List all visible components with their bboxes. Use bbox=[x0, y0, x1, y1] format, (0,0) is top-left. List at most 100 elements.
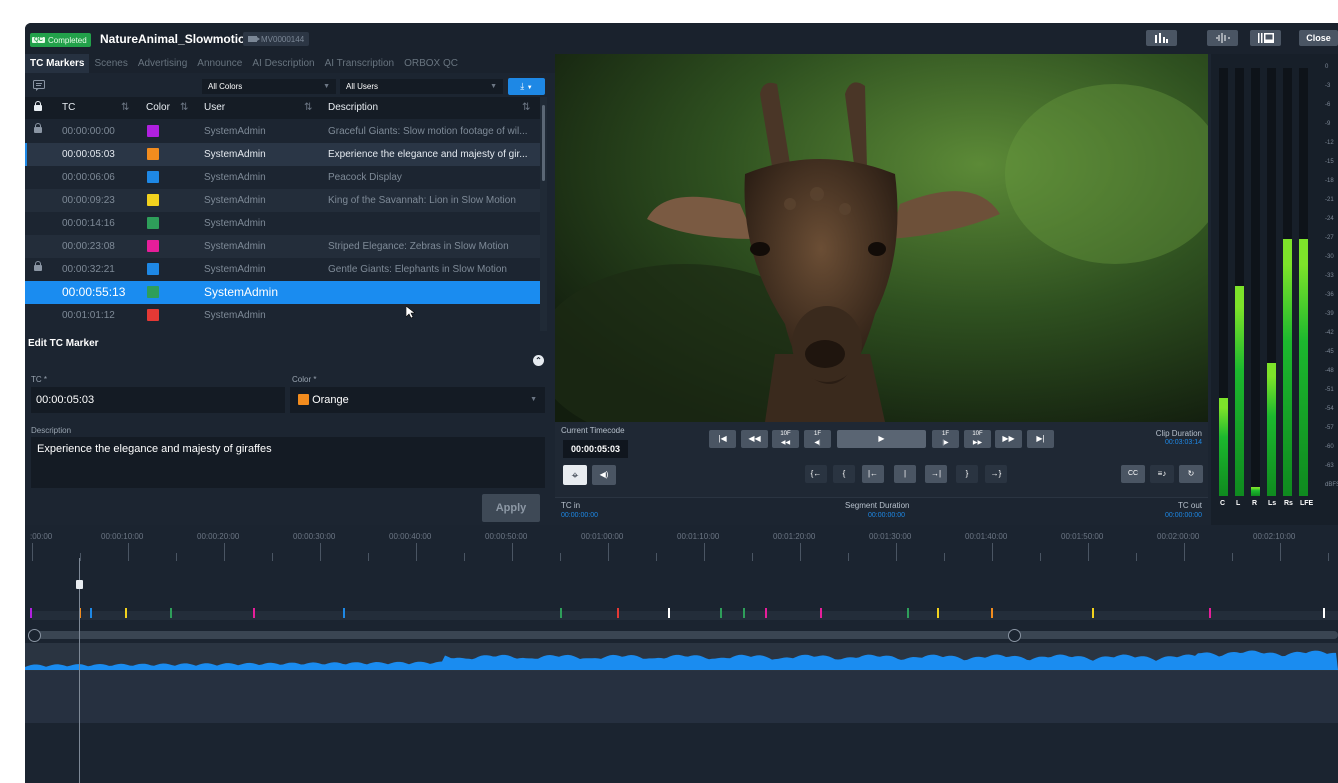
go-to-end-button[interactable]: ▶| bbox=[1027, 430, 1054, 448]
timeline-marker[interactable] bbox=[765, 608, 767, 618]
close-button[interactable]: Close bbox=[1299, 30, 1338, 46]
go-in-icon: {← bbox=[810, 469, 822, 478]
timeline-marker[interactable] bbox=[937, 608, 939, 618]
table-row[interactable]: 00:00:23:08 SystemAdmin Striped Elegance… bbox=[25, 235, 540, 258]
go-to-mark-in-button[interactable]: {← bbox=[805, 465, 827, 483]
mark-in-button[interactable]: { bbox=[833, 465, 855, 483]
tab-scenes[interactable]: Scenes bbox=[89, 54, 132, 73]
forward-10f-icon: 10F ▶▶ bbox=[972, 431, 983, 446]
color-column-header[interactable]: Color bbox=[146, 97, 170, 119]
tab-orbox-qc[interactable]: ORBOX QC bbox=[399, 54, 463, 73]
back-10-frames-button[interactable]: 10F ◀◀ bbox=[772, 430, 799, 448]
captions-button[interactable]: CC bbox=[1121, 465, 1145, 483]
empty-track-lane[interactable] bbox=[25, 671, 1338, 723]
layout-video-button[interactable] bbox=[1250, 30, 1281, 46]
video-frame-giraffe bbox=[555, 54, 1208, 422]
lock-icon[interactable] bbox=[34, 261, 42, 271]
audio-waveform-lane[interactable] bbox=[25, 643, 1338, 671]
table-row[interactable]: 00:00:09:23 SystemAdmin King of the Sava… bbox=[25, 189, 540, 212]
set-in-button[interactable]: |← bbox=[862, 465, 884, 483]
timeline-marker[interactable] bbox=[991, 608, 993, 618]
meter-ls bbox=[1267, 68, 1276, 496]
fast-forward-button[interactable]: ▶▶ bbox=[995, 430, 1022, 448]
apply-button[interactable]: Apply bbox=[482, 494, 540, 522]
playhead-line[interactable] bbox=[79, 558, 80, 783]
table-row[interactable]: 00:01:01:12 SystemAdmin bbox=[25, 304, 540, 328]
tc-column-header[interactable]: TC bbox=[62, 97, 75, 119]
sort-icon[interactable]: ⇅ bbox=[121, 97, 129, 119]
color-filter-select[interactable]: All Colors ▼ bbox=[202, 79, 336, 94]
timeline-marker[interactable] bbox=[343, 608, 345, 618]
volume-button[interactable]: ◀) bbox=[592, 465, 616, 485]
timeline-marker[interactable] bbox=[170, 608, 172, 618]
table-scrollbar-thumb[interactable] bbox=[542, 105, 545, 181]
go-to-start-button[interactable]: |◀ bbox=[709, 430, 736, 448]
user-column-header[interactable]: User bbox=[204, 97, 225, 119]
tc-input[interactable]: 00:00:05:03 bbox=[31, 387, 285, 413]
timeline-marker[interactable] bbox=[1092, 608, 1094, 618]
marker-button[interactable]: | bbox=[894, 465, 916, 483]
table-row-highlighted[interactable]: 00:00:55:13 SystemAdmin bbox=[25, 281, 540, 304]
sort-icon[interactable]: ⇅ bbox=[180, 97, 188, 119]
description-textarea[interactable]: Experience the elegance and majesty of g… bbox=[31, 437, 545, 488]
go-to-mark-out-button[interactable]: →} bbox=[985, 465, 1007, 483]
video-preview[interactable] bbox=[555, 54, 1208, 422]
audio-waveform bbox=[25, 650, 1338, 670]
ruler-label: 00:00:50:00 bbox=[485, 532, 528, 541]
locate-button[interactable]: ⌖ bbox=[563, 465, 587, 485]
current-timecode-display[interactable]: 00:00:05:03 bbox=[563, 440, 628, 458]
layout-meters-button[interactable] bbox=[1146, 30, 1177, 46]
loop-button[interactable]: ↻ bbox=[1179, 465, 1203, 483]
timeline-marker[interactable] bbox=[907, 608, 909, 618]
user-filter-select[interactable]: All Users ▼ bbox=[340, 79, 503, 94]
table-row[interactable]: 00:00:32:21 SystemAdmin Gentle Giants: E… bbox=[25, 258, 540, 281]
meter-scale-label: dBFS bbox=[1325, 482, 1338, 488]
timeline-marker[interactable] bbox=[1323, 608, 1325, 618]
playhead-handle[interactable] bbox=[76, 580, 83, 589]
timeline-marker[interactable] bbox=[820, 608, 822, 618]
table-row[interactable]: 00:00:14:16 SystemAdmin bbox=[25, 212, 540, 235]
mark-out-button[interactable]: } bbox=[956, 465, 978, 483]
timeline-marker[interactable] bbox=[560, 608, 562, 618]
download-button[interactable]: ⤓ ▼ bbox=[508, 78, 545, 95]
lock-icon[interactable] bbox=[34, 123, 42, 133]
comment-toggle-button[interactable] bbox=[33, 80, 45, 94]
timeline-marker[interactable] bbox=[1209, 608, 1211, 618]
lock-column-header[interactable] bbox=[25, 97, 45, 119]
tab-tc-markers[interactable]: TC Markers bbox=[25, 54, 90, 73]
table-row[interactable]: 00:00:00:00 SystemAdmin Graceful Giants:… bbox=[25, 120, 540, 143]
timeline-marker[interactable] bbox=[30, 608, 32, 618]
timeline-marker[interactable] bbox=[668, 608, 670, 618]
range-end-handle[interactable] bbox=[1008, 629, 1021, 642]
back-1-frame-button[interactable]: 1F ◀| bbox=[804, 430, 831, 448]
rewind-button[interactable]: ◀◀ bbox=[741, 430, 768, 448]
set-out-button[interactable]: →| bbox=[925, 465, 947, 483]
table-row-selected[interactable]: 00:00:05:03 SystemAdmin Experience the e… bbox=[25, 143, 540, 166]
color-select[interactable]: Orange ▼ bbox=[290, 387, 545, 413]
timeline-marker[interactable] bbox=[90, 608, 92, 618]
marker-track[interactable] bbox=[32, 611, 1338, 620]
collapse-up-icon[interactable]: ⌃ bbox=[533, 355, 544, 366]
timeline-marker[interactable] bbox=[720, 608, 722, 618]
forward-10-frames-button[interactable]: 10F ▶▶ bbox=[964, 430, 991, 448]
forward-1-frame-button[interactable]: 1F |▶ bbox=[932, 430, 959, 448]
sort-icon[interactable]: ⇅ bbox=[304, 97, 312, 119]
timeline-marker[interactable] bbox=[743, 608, 745, 618]
timeline-marker[interactable] bbox=[617, 608, 619, 618]
layout-waveform-button[interactable] bbox=[1207, 30, 1238, 46]
meter-c bbox=[1219, 68, 1228, 496]
tab-announce[interactable]: Announce bbox=[192, 54, 247, 73]
table-row[interactable]: 00:00:06:06 SystemAdmin Peacock Display bbox=[25, 166, 540, 189]
range-start-handle[interactable] bbox=[28, 629, 41, 642]
playlist-button[interactable]: ≡♪ bbox=[1150, 465, 1174, 483]
range-slider[interactable] bbox=[30, 631, 1338, 639]
tab-advertising[interactable]: Advertising bbox=[133, 54, 192, 73]
timeline-marker[interactable] bbox=[253, 608, 255, 618]
play-button[interactable]: ▶ bbox=[837, 430, 926, 448]
description-column-header[interactable]: Description bbox=[328, 97, 378, 119]
tab-ai-description[interactable]: AI Description bbox=[247, 54, 319, 73]
meter-lfe bbox=[1299, 68, 1308, 496]
tab-ai-transcription[interactable]: AI Transcription bbox=[320, 54, 399, 73]
timeline-marker[interactable] bbox=[125, 608, 127, 618]
sort-icon[interactable]: ⇅ bbox=[522, 97, 530, 119]
